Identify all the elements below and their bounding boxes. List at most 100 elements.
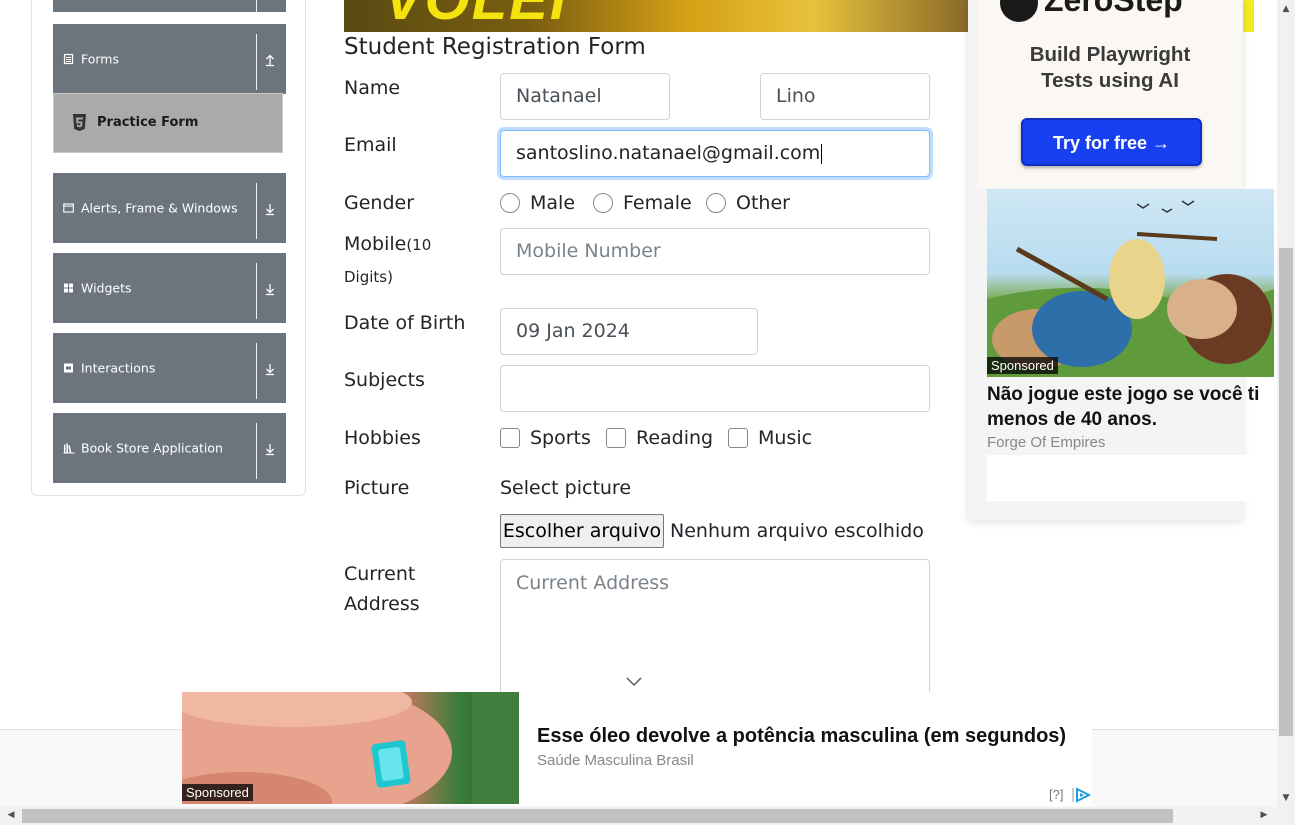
- radio-button[interactable]: [593, 193, 613, 213]
- mobile-label: Mobile(10: [344, 233, 431, 255]
- bottom-ad-title[interactable]: Esse óleo devolve a potência masculina (…: [537, 725, 1066, 748]
- hobby-option-label: Reading: [636, 427, 714, 449]
- choose-file-button[interactable]: Escolher arquivo: [500, 514, 664, 548]
- zerostep-logo: ZeroStep: [1000, 0, 1183, 22]
- zerostep-title-line: Tests using AI: [1041, 69, 1179, 92]
- sponsored-badge: Sponsored: [987, 357, 1058, 374]
- sidebar-group-alerts[interactable]: Alerts, Frame & Windows: [53, 173, 286, 243]
- sidebar-group-label: Interactions: [81, 360, 156, 376]
- hobby-option-sports[interactable]: Sports: [500, 427, 591, 449]
- sidebar-item-label: Practice Form: [97, 115, 199, 130]
- dob-label: Date of Birth: [344, 312, 466, 334]
- game-ad-title-line: Não jogue este jogo se você ti: [987, 384, 1260, 405]
- expand-arrow-icon[interactable]: [263, 361, 277, 376]
- gender-option-label: Female: [623, 192, 692, 214]
- sidebar-group-interactions[interactable]: Interactions: [53, 333, 286, 403]
- sidebar-group-label: Alerts, Frame & Windows: [81, 200, 238, 216]
- last-name-input[interactable]: Lino: [760, 73, 930, 120]
- radio-button[interactable]: [500, 193, 520, 213]
- sidebar-group-label: Widgets: [81, 280, 132, 296]
- group-separator: [256, 343, 257, 399]
- expand-arrow-icon[interactable]: [263, 201, 277, 216]
- gender-option-female[interactable]: Female: [593, 192, 692, 214]
- try-for-free-button[interactable]: Try for free →: [1021, 118, 1202, 166]
- vertical-scrollbar-thumb[interactable]: [1279, 248, 1293, 736]
- name-label: Name: [344, 77, 401, 99]
- sidebar-group-forms[interactable]: Forms: [53, 24, 286, 94]
- gender-option-label: Male: [530, 192, 576, 214]
- zerostep-title-line: Build Playwright: [1029, 43, 1191, 66]
- sidebar-group-label: Forms: [81, 51, 120, 67]
- hobby-option-label: Sports: [530, 427, 591, 449]
- checkbox[interactable]: [606, 428, 626, 448]
- interactions-icon: [63, 363, 74, 374]
- game-ad-image[interactable]: [987, 189, 1274, 377]
- sidebar-group-widgets[interactable]: Widgets: [53, 253, 286, 323]
- game-ad-source: Forge Of Empires: [987, 434, 1106, 451]
- gender-option-label: Other: [736, 192, 790, 214]
- scroll-down-arrow-icon[interactable]: ▼: [1277, 793, 1295, 803]
- subjects-input[interactable]: [500, 365, 930, 412]
- gender-option-other[interactable]: Other: [706, 192, 790, 214]
- dob-input[interactable]: 09 Jan 2024: [500, 308, 758, 355]
- address-label-line-2: Address: [344, 593, 420, 615]
- subjects-label: Subjects: [344, 369, 425, 391]
- radio-button[interactable]: [706, 193, 726, 213]
- html5-icon: [72, 114, 87, 132]
- chevron-down-icon[interactable]: [626, 676, 642, 688]
- hobby-option-label: Music: [758, 427, 813, 449]
- form-title: Student Registration Form: [344, 34, 646, 60]
- mobile-hint: (10: [406, 236, 432, 254]
- ad-info-link[interactable]: [?]: [1049, 787, 1063, 802]
- zerostep-logo-text: ZeroStep: [1044, 0, 1183, 18]
- picture-label: Picture: [344, 477, 410, 499]
- hobby-option-reading[interactable]: Reading: [606, 427, 713, 449]
- email-label: Email: [344, 134, 397, 156]
- expand-arrow-icon[interactable]: [263, 441, 277, 456]
- group-separator: [256, 34, 257, 90]
- hobbies-label: Hobbies: [344, 427, 421, 449]
- group-separator: [256, 0, 257, 12]
- game-ad-filler: [987, 455, 1274, 501]
- gender-label: Gender: [344, 192, 415, 214]
- mobile-label-text: Mobile: [344, 233, 407, 255]
- mobile-hint: Digits): [344, 268, 393, 286]
- email-value: santoslino.natanael@gmail.com: [516, 142, 821, 164]
- first-name-input[interactable]: Natanael: [500, 73, 670, 120]
- text-caret: [821, 143, 823, 164]
- group-separator: [256, 423, 257, 479]
- checkbox[interactable]: [500, 428, 520, 448]
- sidebar: Forms Practice Form Alerts, Frame & Wind…: [31, 0, 306, 496]
- mobile-hint-line: Digits): [344, 265, 393, 287]
- game-ad-title-line: menos de 40 anos.: [987, 409, 1158, 430]
- scroll-up-arrow-icon[interactable]: ▲: [1277, 4, 1295, 14]
- banner-ad-text: VOLEI: [384, 0, 568, 32]
- gender-option-male[interactable]: Male: [500, 192, 575, 214]
- zerostep-ad-title: Build Playwright Tests using AI: [978, 42, 1242, 94]
- checkbox[interactable]: [728, 428, 748, 448]
- current-address-textarea[interactable]: Current Address: [500, 559, 930, 699]
- game-ad-title[interactable]: Não jogue este jogo se você ti menos de 4…: [987, 382, 1274, 432]
- horizontal-scrollbar-thumb[interactable]: [22, 809, 1173, 823]
- widgets-icon: [63, 283, 74, 294]
- collapse-arrow-icon[interactable]: [263, 52, 277, 67]
- expand-arrow-icon[interactable]: [263, 281, 277, 296]
- group-separator: [256, 183, 257, 239]
- address-label: Current: [344, 563, 416, 585]
- sidebar-group-previous[interactable]: [53, 0, 286, 12]
- scroll-right-arrow-icon[interactable]: ▶: [1255, 810, 1273, 820]
- book-icon: [63, 443, 75, 454]
- bottom-ad-source: Saúde Masculina Brasil: [537, 752, 694, 769]
- zerostep-logo-icon: [1000, 0, 1038, 22]
- scroll-left-arrow-icon[interactable]: ◀: [2, 810, 20, 820]
- banner-ad-image[interactable]: VOLEI: [344, 0, 968, 32]
- window-icon: [63, 203, 74, 214]
- adchoices-icon[interactable]: [1070, 787, 1092, 803]
- sidebar-item-practice-form[interactable]: Practice Form: [53, 93, 283, 153]
- email-input[interactable]: santoslino.natanael@gmail.com: [500, 130, 930, 177]
- mobile-input[interactable]: Mobile Number: [500, 228, 930, 275]
- sidebar-group-label: Book Store Application: [81, 440, 223, 456]
- sidebar-group-book-store[interactable]: Book Store Application: [53, 413, 286, 483]
- hobby-option-music[interactable]: Music: [728, 427, 812, 449]
- forms-icon: [63, 53, 74, 65]
